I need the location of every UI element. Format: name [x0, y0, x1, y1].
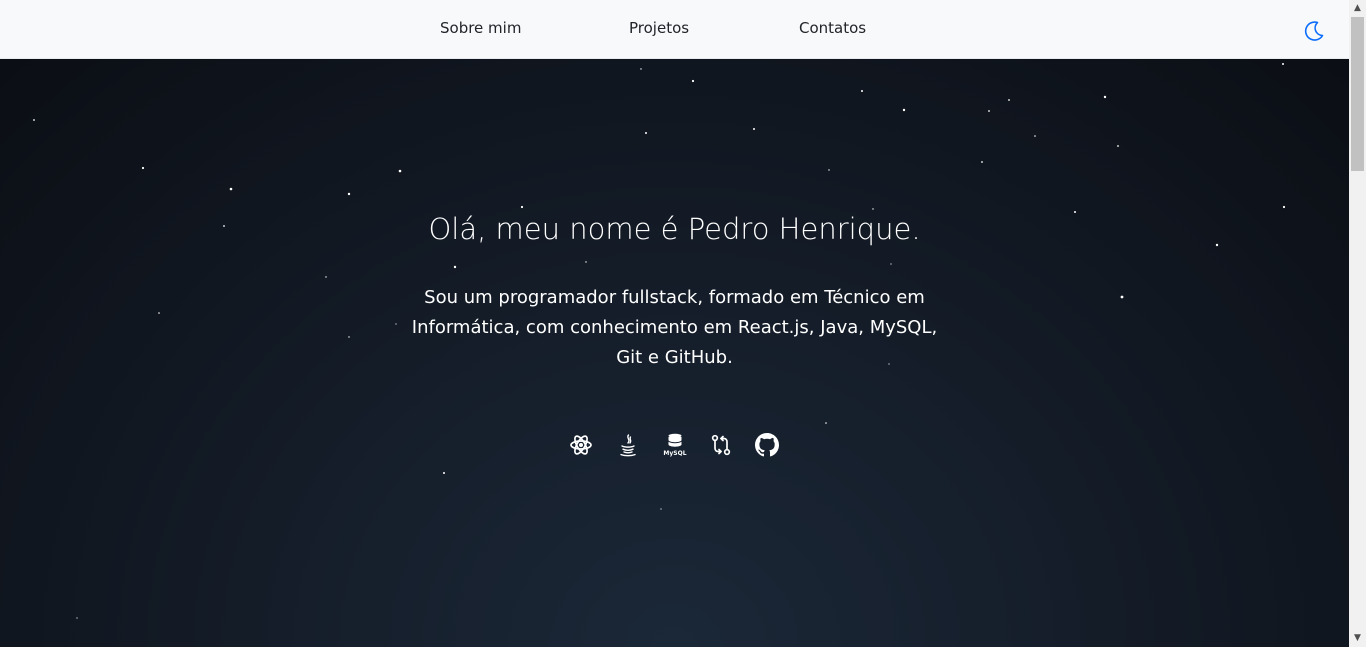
svg-text:MySQL: MySQL [663, 450, 686, 457]
moon-icon [1304, 21, 1324, 41]
git-compare-icon [711, 434, 731, 456]
hero-description: Sou um programador fullstack, formado em… [411, 287, 938, 368]
vertical-scrollbar[interactable]: ▲ ▼ [1349, 0, 1366, 647]
page: Sobre mim Projetos Contatos Olá, meu nom… [0, 0, 1366, 647]
scrollbar-thumb[interactable] [1351, 17, 1364, 171]
nav-link-about[interactable]: Sobre mim [440, 19, 521, 37]
theme-toggle-button[interactable] [1302, 19, 1326, 43]
hero-section: Olá, meu nome é Pedro Henrique. Sou um p… [0, 59, 1349, 647]
github-icon [755, 433, 779, 457]
mysql-icon: MySQL [663, 433, 687, 457]
nav-link-projects[interactable]: Projetos [629, 19, 689, 37]
java-icon [620, 434, 636, 457]
hero-title: Olá, meu nome é Pedro Henrique. [428, 212, 921, 246]
react-icon [570, 435, 592, 455]
scroll-up-arrow-icon[interactable]: ▲ [1349, 0, 1366, 17]
navbar: Sobre mim Projetos Contatos [0, 0, 1349, 59]
scroll-down-arrow-icon[interactable]: ▼ [1349, 630, 1366, 647]
nav-link-contacts[interactable]: Contatos [799, 19, 866, 37]
